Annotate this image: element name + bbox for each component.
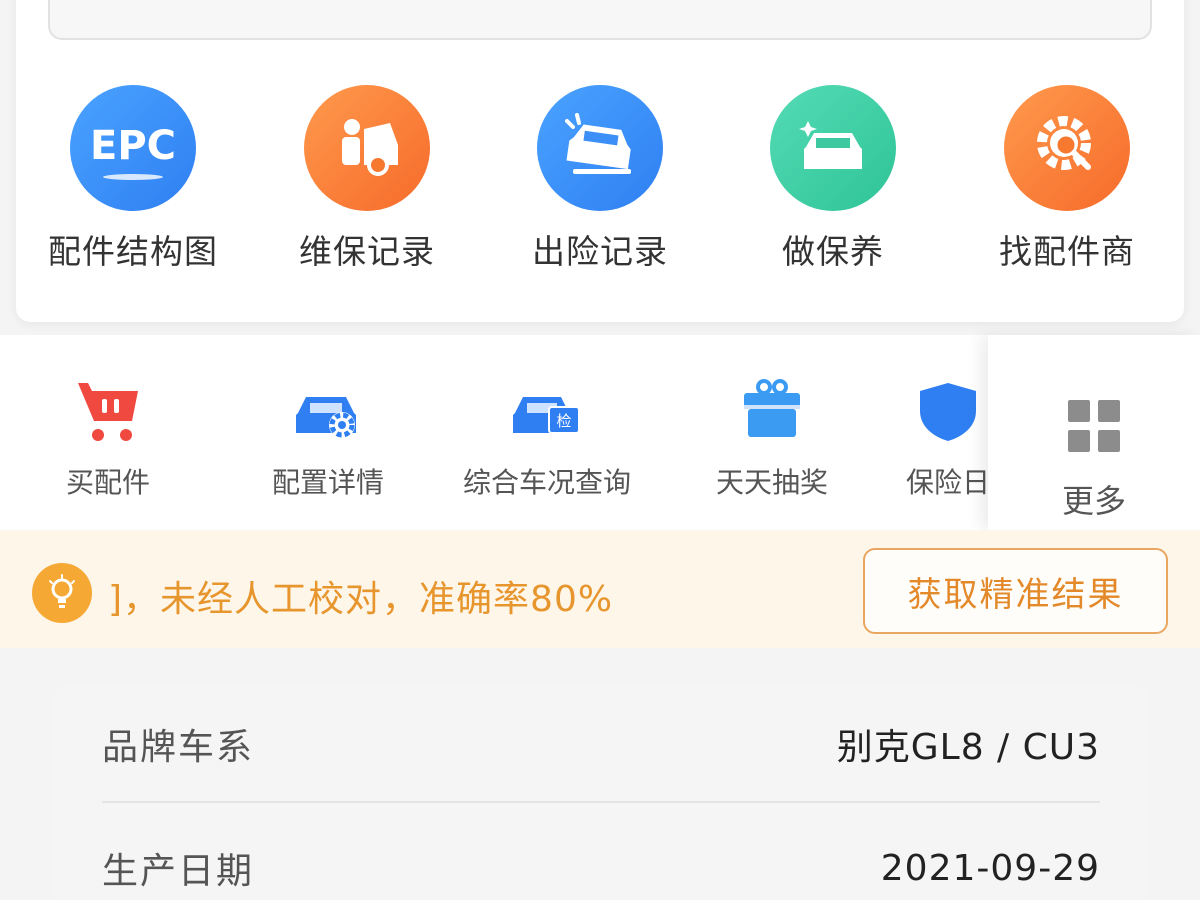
inspect-badge: 检 xyxy=(556,412,571,430)
secondary-label: 买配件 xyxy=(66,466,151,499)
action-maintenance-record[interactable]: 维保记录 xyxy=(250,85,484,275)
info-value: 别克GL8 / CU3 xyxy=(836,727,1100,768)
action-label: 维保记录 xyxy=(299,232,435,271)
action-label: 配件结构图 xyxy=(48,232,218,271)
main-actions-card: EPC 配件结构图 维保记录 出险记录 做保养 找配件商 xyxy=(16,0,1184,322)
action-label: 找配件商 xyxy=(999,232,1135,271)
action-label: 做保养 xyxy=(782,232,884,271)
info-row-brand: 品牌车系 别克GL8 / CU3 xyxy=(102,684,1100,804)
car-inspect-icon: 检 xyxy=(511,375,583,447)
more-label: 更多 xyxy=(1061,482,1126,520)
vehicle-info-card: 品牌车系 别克GL8 / CU3 生产日期 2021-09-29 xyxy=(52,684,1148,900)
epc-text: EPC xyxy=(90,123,176,169)
action-label: 出险记录 xyxy=(532,232,668,271)
action-config-details[interactable]: 配置详情 xyxy=(272,375,384,501)
car-accident-icon xyxy=(537,85,663,211)
get-precise-result-button[interactable]: 获取精准结果 xyxy=(863,548,1168,634)
info-label: 生产日期 xyxy=(102,851,255,892)
info-value: 2021-09-29 xyxy=(880,847,1100,889)
notice-text: ]，未经人工校对，准确率80% xyxy=(108,579,614,620)
lightbulb-icon xyxy=(32,563,92,623)
divider xyxy=(102,801,1100,803)
action-vehicle-condition[interactable]: 检 综合车况查询 xyxy=(463,375,631,501)
secondary-label: 天天抽奖 xyxy=(716,466,829,499)
action-daily-lottery[interactable]: 天天抽奖 xyxy=(716,375,828,501)
gear-search-icon xyxy=(1004,85,1130,211)
action-insurance-date[interactable]: 保险日 xyxy=(906,375,990,501)
shield-icon xyxy=(912,375,984,447)
car-gear-icon xyxy=(292,375,364,447)
action-parts-diagram[interactable]: EPC 配件结构图 xyxy=(16,85,250,275)
more-button[interactable]: 更多 xyxy=(988,335,1200,530)
secondary-label: 综合车况查询 xyxy=(463,466,632,499)
shopping-cart-icon xyxy=(72,375,144,447)
main-actions-row: EPC 配件结构图 维保记录 出险记录 做保养 找配件商 xyxy=(16,85,1184,275)
info-label: 品牌车系 xyxy=(102,727,255,768)
action-find-supplier[interactable]: 找配件商 xyxy=(950,85,1184,275)
accuracy-notice: ]，未经人工校对，准确率80% 获取精准结果 xyxy=(0,530,1200,648)
car-sparkle-icon xyxy=(770,85,896,211)
action-buy-parts[interactable]: 买配件 xyxy=(66,375,150,501)
epc-icon: EPC xyxy=(70,85,196,211)
gift-icon xyxy=(736,375,808,447)
secondary-actions-row: 买配件 配置详情 检 综合车况查询 天天抽奖 保险日 更多 xyxy=(0,335,1200,530)
info-row-production-date: 生产日期 2021-09-29 xyxy=(102,808,1100,900)
action-do-maintenance[interactable]: 做保养 xyxy=(716,85,950,275)
action-accident-record[interactable]: 出险记录 xyxy=(483,85,717,275)
secondary-label: 保险日 xyxy=(906,466,991,499)
search-box[interactable] xyxy=(48,0,1152,40)
secondary-label: 配置详情 xyxy=(272,466,385,499)
mechanic-car-icon xyxy=(304,85,430,211)
grid-icon xyxy=(1058,390,1130,462)
